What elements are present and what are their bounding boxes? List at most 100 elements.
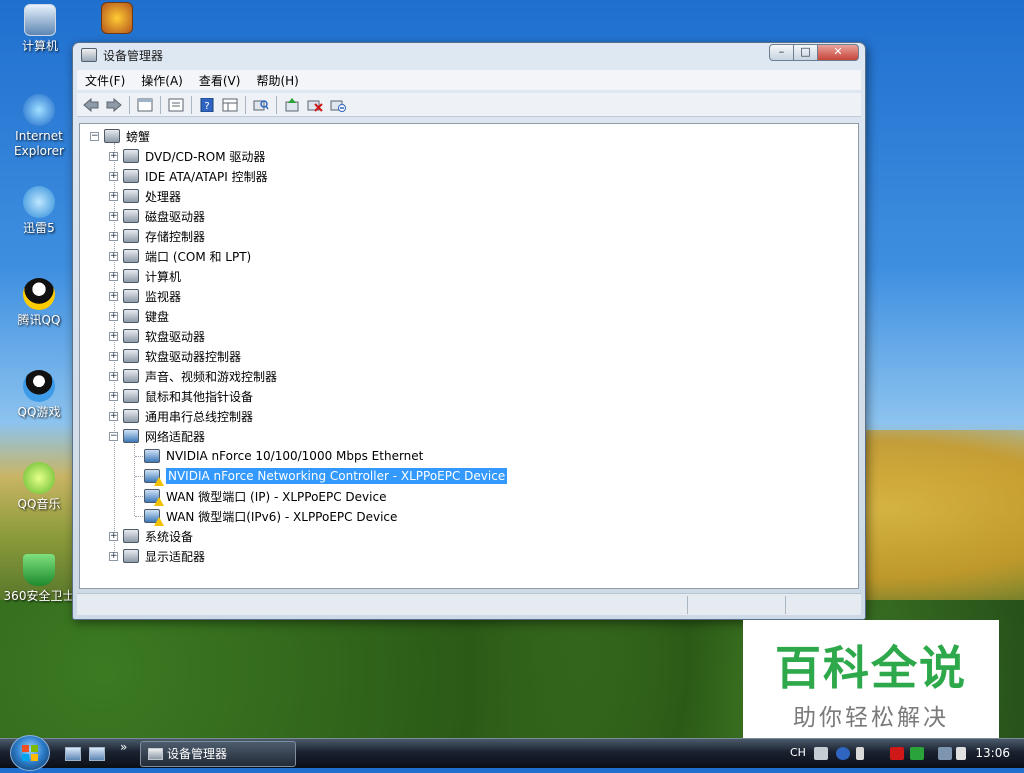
uninstall-button[interactable] (305, 96, 325, 114)
tree-category[interactable]: + 软盘驱动器 (109, 327, 205, 345)
device-manager-icon (148, 748, 163, 760)
device-category-icon (123, 329, 139, 343)
tree-category[interactable]: + 处理器 (109, 187, 181, 205)
tree-category[interactable]: + 磁盘驱动器 (109, 207, 205, 225)
tree-category[interactable]: + 声音、视频和游戏控制器 (109, 367, 277, 385)
console-tree-button[interactable] (166, 96, 186, 114)
expand-toggle[interactable]: + (109, 371, 118, 381)
tree-device[interactable]: WAN 微型端口(IPv6) - XLPPoEPC Device (144, 507, 397, 526)
language-indicator[interactable]: CH (790, 746, 806, 759)
expand-toggle[interactable]: + (109, 531, 118, 541)
properties-window-button[interactable] (135, 96, 155, 114)
maximize-button[interactable]: □ (793, 44, 818, 61)
expand-toggle[interactable]: + (109, 351, 118, 361)
watermark: 百科全说 助你轻松解决 (743, 620, 999, 741)
tree-device[interactable]: NVIDIA nForce Networking Controller - XL… (144, 467, 508, 486)
tree-line (135, 496, 143, 497)
back-icon (83, 97, 99, 112)
tree-category[interactable]: + 存储控制器 (109, 227, 205, 245)
menu-help[interactable]: 帮助(H) (248, 72, 306, 89)
quick-launch-more[interactable]: » (120, 740, 127, 754)
back-button[interactable] (81, 96, 101, 114)
desktop-icon-ie[interactable]: Internet Explorer (2, 94, 76, 159)
update-driver-button[interactable] (282, 96, 302, 114)
title-bar[interactable]: 设备管理器 – □ ✕ (73, 43, 865, 67)
keyboard-icon[interactable] (814, 747, 828, 760)
expand-toggle[interactable]: + (109, 551, 118, 561)
expand-toggle[interactable]: + (109, 391, 118, 401)
tree-category[interactable]: + 端口 (COM 和 LPT) (109, 247, 251, 265)
thunder-icon (23, 186, 55, 218)
tree-root[interactable]: − 螃蟹 (90, 127, 150, 145)
expand-toggle[interactable]: + (109, 251, 118, 261)
clock[interactable]: 13:06 (975, 746, 1010, 760)
tree-category[interactable]: + 键盘 (109, 307, 169, 325)
tree-line (135, 516, 143, 517)
ime-icon[interactable] (856, 747, 864, 760)
desktop-icon-qqmusic[interactable]: QQ音乐 (2, 462, 76, 512)
expand-toggle[interactable]: + (109, 151, 118, 161)
device-tree[interactable]: − 螃蟹 + DVD/CD-ROM 驱动器 + IDE ATA/ATAPI 控制器 + 处… (79, 123, 859, 589)
tree-device[interactable]: WAN 微型端口 (IP) - XLPPoEPC Device (144, 487, 386, 506)
expand-toggle[interactable]: + (109, 191, 118, 201)
tree-category-label: 显示适配器 (145, 549, 206, 564)
collapse-toggle[interactable]: − (109, 431, 118, 441)
device-category-icon (123, 389, 139, 403)
details-view-button[interactable] (220, 96, 240, 114)
tree-device-label: NVIDIA nForce 10/100/1000 Mbps Ethernet (166, 449, 424, 463)
tree-category[interactable]: − 网络适配器 (109, 427, 205, 445)
expand-toggle[interactable]: + (109, 291, 118, 301)
expand-toggle[interactable]: + (109, 331, 118, 341)
shield-icon[interactable] (910, 747, 924, 760)
expand-toggle[interactable]: + (109, 231, 118, 241)
switch-windows-icon[interactable] (89, 747, 105, 761)
start-button[interactable] (10, 735, 50, 771)
desktop-icon-label: 计算机 (21, 39, 58, 53)
tree-category[interactable]: + IDE ATA/ATAPI 控制器 (109, 167, 268, 185)
help-icon[interactable] (836, 747, 850, 760)
desktop-icon-label: Internet Explorer (14, 129, 64, 158)
device-category-icon (123, 529, 139, 543)
expand-toggle[interactable]: + (109, 311, 118, 321)
expand-toggle[interactable]: + (109, 271, 118, 281)
taskbar-button-device-manager[interactable]: 设备管理器 (140, 741, 296, 767)
menu-file[interactable]: 文件(F) (77, 72, 133, 89)
desktop-icon-qq[interactable]: 腾讯QQ (2, 278, 76, 328)
expand-toggle[interactable]: + (109, 211, 118, 221)
update-driver-icon (285, 97, 299, 111)
tree-category[interactable]: + 显示适配器 (109, 547, 205, 565)
collapse-toggle[interactable]: − (90, 131, 99, 141)
scan-hardware-button[interactable] (251, 96, 271, 114)
antivirus-icon[interactable] (890, 747, 904, 760)
expand-toggle[interactable]: + (109, 411, 118, 421)
tree-device[interactable]: NVIDIA nForce 10/100/1000 Mbps Ethernet (144, 447, 423, 465)
tree-category[interactable]: + 系统设备 (109, 527, 193, 545)
tree-category[interactable]: + 监视器 (109, 287, 181, 305)
forward-button[interactable] (104, 96, 124, 114)
menu-action[interactable]: 操作(A) (133, 72, 191, 89)
tree-category[interactable]: + DVD/CD-ROM 驱动器 (109, 147, 265, 165)
tree-category[interactable]: + 计算机 (109, 267, 181, 285)
tree-category[interactable]: + 软盘驱动器控制器 (109, 347, 241, 365)
desktop-icon-xunlei[interactable]: 迅雷5 (2, 186, 76, 236)
desktop-icon-360[interactable]: 360安全卫士 (2, 554, 76, 604)
menu-view[interactable]: 查看(V) (191, 72, 249, 89)
device-manager-window[interactable]: 设备管理器 – □ ✕ 文件(F) 操作(A) 查看(V) 帮助(H) ? − … (72, 42, 866, 620)
desktop-icon-app[interactable] (80, 2, 154, 37)
tree-category-label: 处理器 (145, 189, 182, 204)
tree-category-label: 系统设备 (145, 529, 194, 544)
help-button[interactable]: ? (197, 96, 217, 114)
tree-category[interactable]: + 鼠标和其他指针设备 (109, 387, 253, 405)
close-button[interactable]: ✕ (817, 44, 859, 61)
desktop-icon-computer[interactable]: 计算机 (3, 4, 77, 54)
show-desktop-icon[interactable] (65, 747, 81, 761)
volume-icon[interactable] (956, 747, 966, 760)
disable-button[interactable] (328, 96, 348, 114)
minimize-button[interactable]: – (769, 44, 794, 61)
desktop-icon-qqgame[interactable]: QQ游戏 (2, 370, 76, 420)
tree-category[interactable]: + 通用串行总线控制器 (109, 407, 253, 425)
expand-toggle[interactable]: + (109, 171, 118, 181)
device-category-icon (123, 189, 139, 203)
network-icon[interactable] (938, 747, 952, 760)
network-adapter-icon (144, 469, 164, 486)
